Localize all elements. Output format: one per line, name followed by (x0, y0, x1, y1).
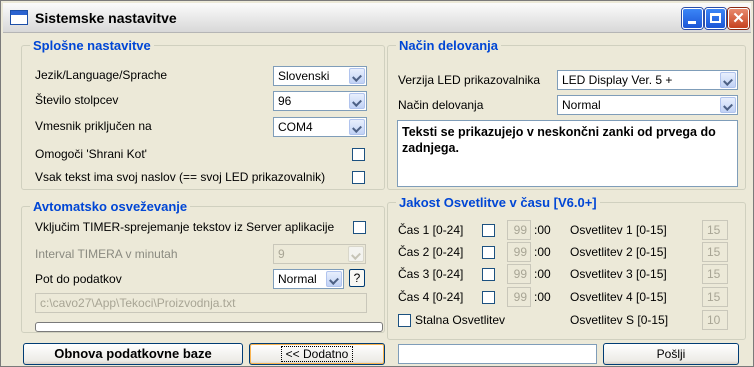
brightness-legend: Jakost Osvetlitve v času [V6.0+] (399, 195, 597, 210)
window-icon (10, 10, 28, 25)
constant-brightness-checkbox[interactable] (398, 314, 411, 327)
level-1-field[interactable]: 15 (702, 220, 728, 240)
more-button-label: << Dodatno (280, 346, 354, 362)
time-4-minutes: :00 (534, 290, 551, 304)
time-2-checkbox[interactable] (482, 246, 495, 259)
mode-value: Normal (562, 98, 601, 112)
interval-value: 9 (278, 247, 285, 261)
interval-label: Interval TIMERA v minutah (35, 247, 178, 261)
path-mode-value: Normal (278, 272, 317, 286)
constant-level-value: 10 (707, 313, 721, 327)
path-field[interactable]: c:\cavo27\App\Tekoci\Proizvodnja.txt (35, 293, 367, 313)
path-mode-select[interactable]: Normal (273, 269, 344, 289)
timer-label: Vključim TIMER-sprejemanje tekstov iz Se… (35, 220, 335, 234)
time-3-label: Čas 3 [0-24] (398, 267, 464, 281)
time-4-hour[interactable]: 99 (507, 287, 531, 307)
level-2-value: 15 (707, 245, 721, 259)
settings-window: Sistemske nastavitve ✕ Splošne nastavitv… (0, 0, 754, 367)
progress-bar (35, 322, 383, 332)
mode-select[interactable]: Normal (557, 95, 738, 115)
level-4-label: Osvetlitev 4 [0-15] (570, 290, 667, 304)
save-corner-checkbox[interactable] (352, 148, 365, 161)
level-4-field[interactable]: 15 (702, 287, 728, 307)
time-2-hour[interactable]: 99 (507, 242, 531, 262)
title-bar[interactable]: Sistemske nastavitve ✕ (3, 3, 751, 33)
level-2-label: Osvetlitev 2 [0-15] (570, 245, 667, 259)
chevron-down-icon[interactable] (348, 246, 364, 262)
level-3-value: 15 (707, 267, 721, 281)
status-field[interactable] (398, 344, 597, 364)
send-button[interactable]: Pošlji (603, 343, 739, 365)
own-title-checkbox[interactable] (352, 171, 365, 184)
mode-legend: Način delovanja (399, 38, 498, 53)
version-value: LED Display Ver. 5 + (562, 73, 673, 87)
language-select[interactable]: Slovenski (273, 66, 367, 86)
time-2-hour-value: 99 (513, 245, 527, 259)
close-icon: ✕ (732, 10, 745, 27)
own-title-label: Vsak tekst ima svoj naslov (== svoj LED … (35, 170, 326, 184)
interface-select[interactable]: COM4 (273, 117, 367, 137)
general-settings-group: Splošne nastavitve (21, 38, 385, 190)
general-settings-legend: Splošne nastavitve (33, 38, 151, 53)
level-1-label: Osvetlitev 1 [0-15] (570, 223, 667, 237)
columns-value: 96 (278, 94, 292, 108)
window-title: Sistemske nastavitve (35, 10, 177, 26)
time-3-hour-value: 99 (513, 267, 527, 281)
time-3-hour[interactable]: 99 (507, 264, 531, 284)
columns-select[interactable]: 96 (273, 91, 367, 111)
language-value: Slovenski (278, 69, 330, 83)
time-3-minutes: :00 (534, 267, 551, 281)
save-corner-label: Omogoči 'Shrani Kot' (35, 147, 147, 161)
time-4-label: Čas 4 [0-24] (398, 290, 464, 304)
time-1-label: Čas 1 [0-24] (398, 223, 464, 237)
maximize-icon (710, 13, 721, 23)
chevron-down-icon[interactable] (349, 119, 365, 135)
level-1-value: 15 (707, 223, 721, 237)
interface-label: Vmesnik priključen na (35, 119, 152, 133)
chevron-down-icon[interactable] (349, 93, 365, 109)
columns-label: Število stolpcev (35, 93, 119, 107)
mode-description[interactable]: Teksti se prikazujejo v neskončni zanki … (397, 120, 738, 187)
close-button[interactable]: ✕ (728, 8, 749, 29)
language-label: Jezik/Language/Sprache (35, 68, 168, 82)
time-4-hour-value: 99 (513, 290, 527, 304)
timer-checkbox[interactable] (353, 221, 366, 234)
version-label: Verzija LED prikazovalnika (398, 73, 541, 87)
time-1-hour-value: 99 (513, 223, 527, 237)
help-button[interactable]: ? (349, 269, 365, 287)
interface-value: COM4 (278, 120, 313, 134)
chevron-down-icon[interactable] (720, 72, 736, 88)
more-button[interactable]: << Dodatno (249, 343, 385, 365)
level-4-value: 15 (707, 290, 721, 304)
constant-level-field[interactable]: 10 (702, 310, 728, 330)
path-label: Pot do podatkov (35, 272, 122, 286)
minimize-icon (688, 21, 696, 24)
maximize-button[interactable] (705, 8, 726, 29)
mode-label: Način delovanja (398, 98, 484, 112)
refresh-database-button[interactable]: Obnova podatkovne baze (23, 343, 243, 365)
minimize-button[interactable] (682, 8, 703, 29)
time-2-minutes: :00 (534, 245, 551, 259)
level-3-label: Osvetlitev 3 [0-15] (570, 267, 667, 281)
level-3-field[interactable]: 15 (702, 264, 728, 284)
chevron-down-icon[interactable] (720, 97, 736, 113)
time-1-hour[interactable]: 99 (507, 220, 531, 240)
level-2-field[interactable]: 15 (702, 242, 728, 262)
auto-refresh-legend: Avtomatsko osveževanje (33, 199, 188, 214)
interval-select[interactable]: 9 (273, 244, 366, 264)
time-4-checkbox[interactable] (482, 291, 495, 304)
time-2-label: Čas 2 [0-24] (398, 245, 464, 259)
time-3-checkbox[interactable] (482, 268, 495, 281)
time-1-minutes: :00 (534, 223, 551, 237)
chevron-down-icon[interactable] (326, 271, 342, 287)
version-select[interactable]: LED Display Ver. 5 + (557, 70, 738, 90)
path-value: c:\cavo27\App\Tekoci\Proizvodnja.txt (40, 296, 236, 310)
chevron-down-icon[interactable] (349, 68, 365, 84)
constant-brightness-label: Stalna Osvetlitev (415, 313, 506, 327)
constant-level-label: Osvetlitev S [0-15] (570, 313, 669, 327)
time-1-checkbox[interactable] (482, 224, 495, 237)
